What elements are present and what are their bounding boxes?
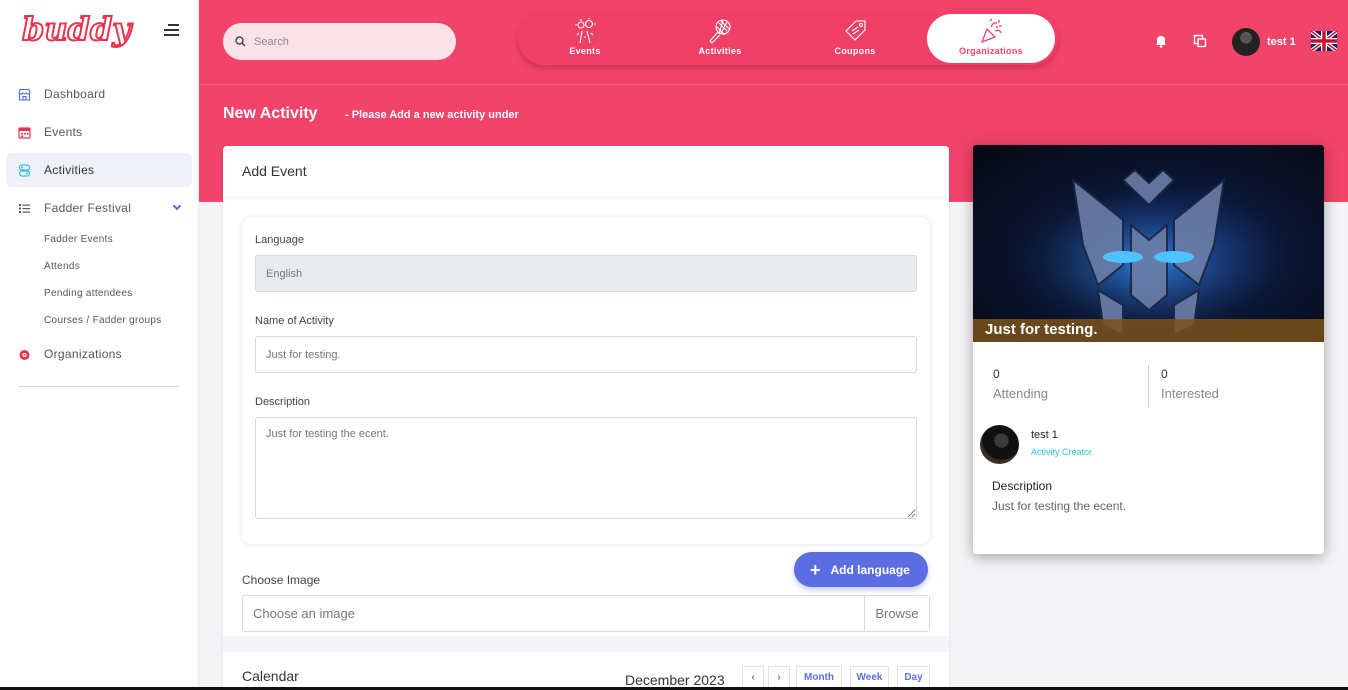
attending-label: Attending: [993, 386, 1048, 401]
menu-toggle-icon[interactable]: [164, 24, 179, 36]
browse-button[interactable]: Browse: [864, 596, 929, 631]
tab-label: Coupons: [834, 46, 876, 56]
tab-events[interactable]: Events: [521, 14, 649, 63]
calendar-icon: [18, 126, 31, 139]
sidebar-subitem-fadder-events[interactable]: Fadder Events: [44, 234, 113, 245]
creator-role: Activity Creator: [1031, 447, 1093, 457]
sidebar-item-label: Activities: [44, 163, 95, 177]
image-file-placeholder[interactable]: Choose an image: [243, 596, 864, 631]
attending-count: 0: [993, 367, 1000, 381]
sidebar-divider: [18, 386, 179, 387]
badminton-icon: [709, 19, 731, 44]
party-popper-icon: [980, 18, 1002, 44]
app-logo[interactable]: buddy: [21, 9, 132, 49]
sidebar-subitem-attends[interactable]: Attends: [44, 261, 80, 272]
sidebar-item-label: Fadder Festival: [44, 201, 132, 215]
page-title: New Activity: [223, 105, 318, 122]
preview-description-heading: Description: [992, 479, 1053, 493]
top-nav-tabs: Events Activities Coupons Organizations: [518, 12, 1058, 65]
creator-name: test 1: [1031, 429, 1058, 441]
tab-label: Events: [569, 46, 601, 56]
description-textarea[interactable]: [255, 417, 917, 519]
plus-icon: +: [810, 559, 821, 580]
fireworks-icon: [575, 18, 596, 44]
page-subtitle: - Please Add a new activity under: [345, 109, 519, 121]
sidebar-item-organizations[interactable]: Organizations: [6, 337, 192, 371]
user-avatar[interactable]: [1232, 28, 1260, 56]
sidebar-item-fadder-festival[interactable]: Fadder Festival: [6, 191, 192, 225]
language-field: [255, 255, 917, 292]
search-input[interactable]: [254, 35, 434, 48]
bell-icon[interactable]: [1154, 34, 1168, 48]
tab-label: Activities: [698, 46, 742, 56]
interested-count: 0: [1161, 367, 1168, 381]
activity-name-input[interactable]: [255, 336, 917, 373]
add-language-label: Add language: [830, 562, 910, 577]
tab-organizations[interactable]: Organizations: [927, 14, 1055, 63]
sidebar-subitem-courses[interactable]: Courses / Fadder groups: [44, 315, 162, 326]
calendar-month: December 2023: [625, 672, 725, 688]
search-icon: [235, 36, 246, 47]
list-icon: [18, 202, 31, 215]
sidebar-item-dashboard[interactable]: Dashboard: [6, 77, 192, 111]
sidebar-item-label: Events: [44, 125, 83, 139]
card-title: Add Event: [223, 146, 949, 198]
tab-coupons[interactable]: Coupons: [791, 14, 919, 63]
sidebar-item-events[interactable]: Events: [6, 115, 192, 149]
language-label: Language: [255, 234, 304, 246]
organization-icon: [18, 348, 31, 361]
creator-avatar: [980, 425, 1019, 464]
sidebar-subitem-pending-attendees[interactable]: Pending attendees: [44, 288, 133, 299]
activity-image: Just for testing.: [973, 145, 1324, 342]
coupon-icon: [845, 20, 866, 41]
copy-icon[interactable]: [1193, 34, 1207, 48]
sidebar: buddy Dashboard Events Activities Fadder…: [0, 0, 199, 690]
tab-activities[interactable]: Activities: [656, 14, 784, 63]
add-language-button[interactable]: + Add language: [794, 552, 928, 587]
description-label: Description: [255, 396, 311, 408]
activity-name-label: Name of Activity: [255, 315, 334, 327]
sidebar-item-activities[interactable]: Activities: [6, 153, 192, 187]
image-file-input[interactable]: Choose an image Browse: [242, 595, 930, 632]
calendar-title: Calendar: [242, 668, 299, 684]
uk-flag-icon[interactable]: [1311, 31, 1337, 51]
robot-emblem-icon: [973, 145, 1324, 342]
add-event-card: Add Event Language Name of Activity Desc…: [223, 146, 949, 690]
activities-icon: [18, 163, 31, 177]
activity-image-caption: Just for testing.: [973, 319, 1324, 342]
language-form-panel: Language Name of Activity Description: [242, 217, 930, 544]
stats-divider: [1148, 365, 1149, 408]
chevron-down-icon: [172, 201, 182, 211]
section-separator: [223, 636, 949, 652]
header-username[interactable]: test 1: [1267, 36, 1296, 48]
header-divider: [199, 84, 1348, 85]
choose-image-label: Choose Image: [242, 573, 321, 587]
store-icon: [18, 88, 31, 101]
tab-label: Organizations: [959, 46, 1023, 56]
activity-preview-card: Just for testing. 0 Attending 0 Interest…: [973, 145, 1324, 554]
preview-description-text: Just for testing the ecent.: [992, 499, 1127, 513]
interested-label: Interested: [1161, 386, 1219, 401]
search-box[interactable]: [223, 23, 456, 60]
sidebar-item-label: Dashboard: [44, 87, 106, 101]
sidebar-item-label: Organizations: [44, 347, 122, 361]
